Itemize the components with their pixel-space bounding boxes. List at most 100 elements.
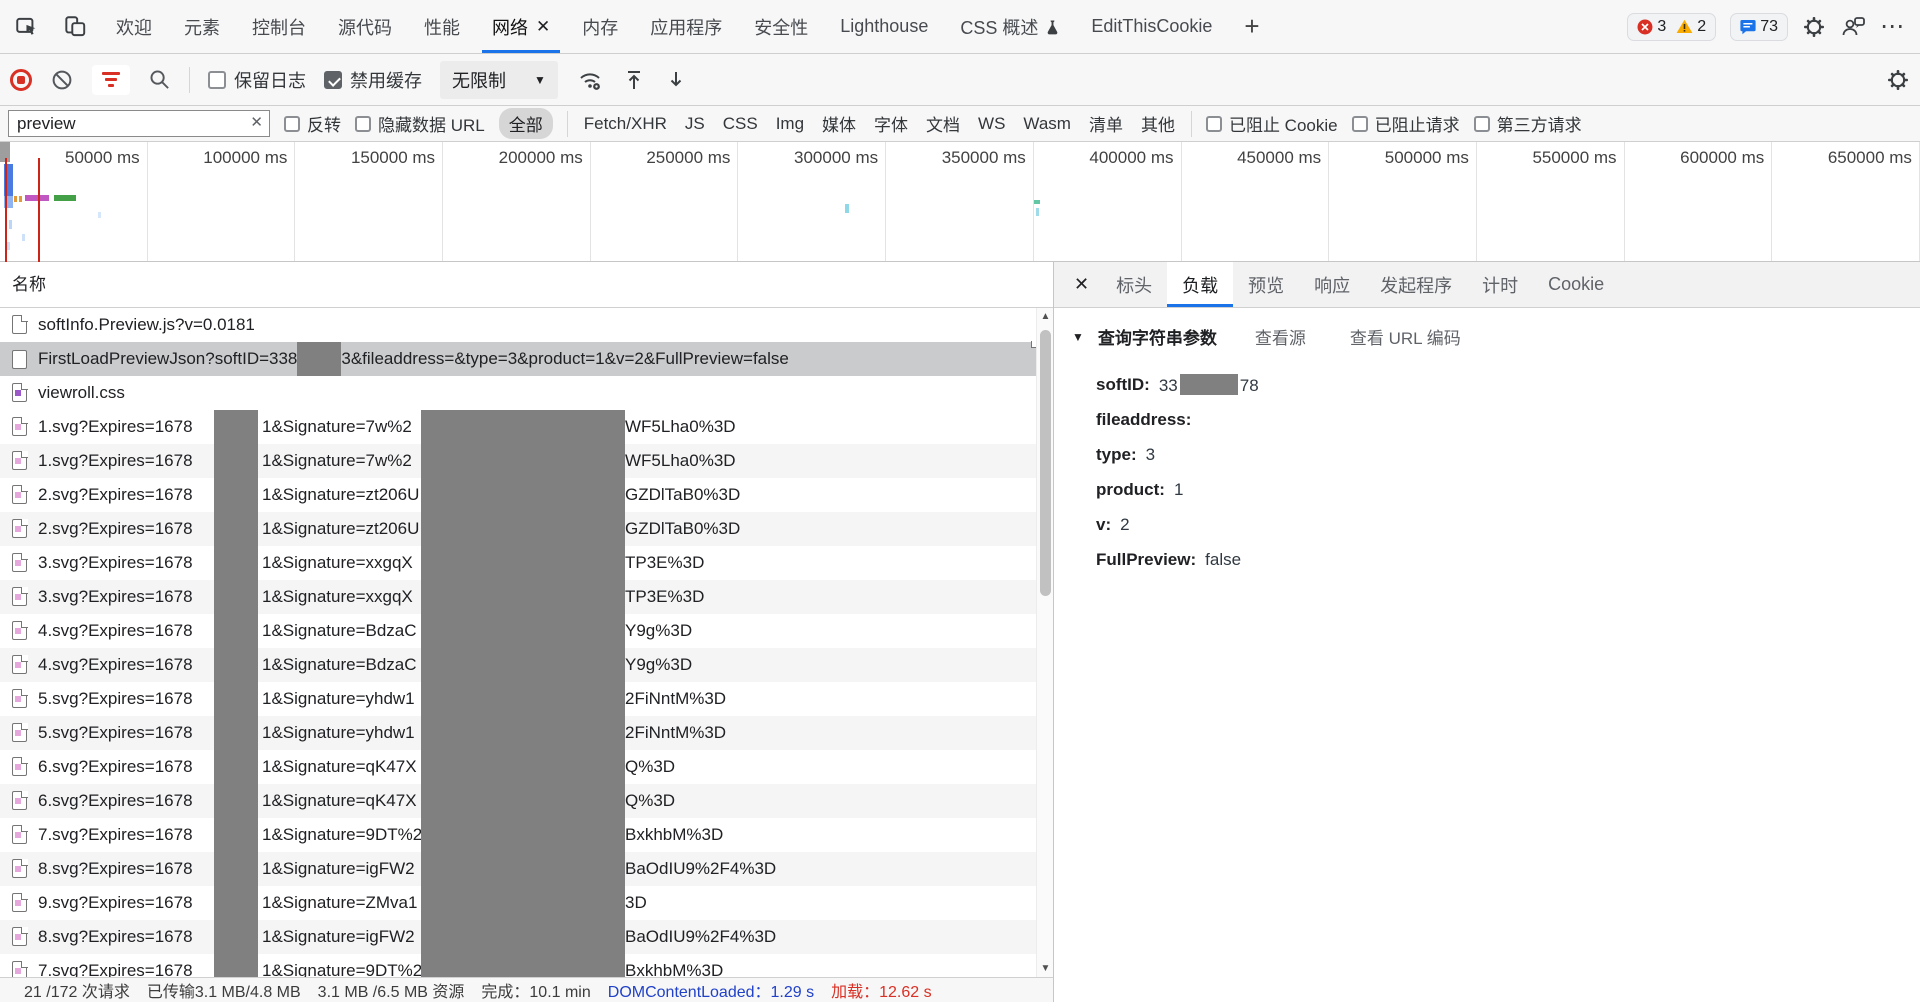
tab-performance[interactable]: 性能 <box>408 0 476 53</box>
checkbox-checked[interactable] <box>324 71 342 89</box>
redaction-box <box>421 750 625 784</box>
tab-editthiscookie[interactable]: EditThisCookie <box>1075 0 1228 53</box>
filter-type-js[interactable]: JS <box>683 114 707 134</box>
redaction-box <box>421 954 625 977</box>
tab-timing[interactable]: 计时 <box>1467 262 1533 307</box>
checkbox-unchecked[interactable] <box>284 116 300 132</box>
request-row[interactable]: 6.svg?Expires=16781&Signature=qK47XQ%3D <box>0 750 1036 784</box>
list-scrollbar[interactable]: ▲ ▼ <box>1036 308 1053 977</box>
disable-cache-checkbox[interactable]: 禁用缓存 <box>324 67 422 93</box>
request-row[interactable]: softInfo.Preview.js?v=0.0181 <box>0 308 1036 342</box>
filter-type-fetch-xhr[interactable]: Fetch/XHR <box>582 114 669 134</box>
tab-cookies[interactable]: Cookie <box>1533 262 1619 307</box>
filter-type-all[interactable]: 全部 <box>499 108 553 139</box>
search-icon[interactable] <box>148 68 171 91</box>
tab-css-overview[interactable]: CSS 概述 <box>944 0 1075 53</box>
tab-welcome[interactable]: 欢迎 <box>100 0 168 53</box>
request-row[interactable]: 7.svg?Expires=16781&Signature=9DT%2Bxkhb… <box>0 818 1036 852</box>
hide-data-url-checkbox[interactable]: 隐藏数据 URL <box>355 111 485 136</box>
export-har-icon[interactable] <box>664 68 688 92</box>
view-source-link[interactable]: 查看源 <box>1255 324 1306 349</box>
redaction-box <box>214 444 258 478</box>
invert-checkbox[interactable]: 反转 <box>284 111 341 136</box>
tab-preview[interactable]: 预览 <box>1233 262 1299 307</box>
filter-type-wasm[interactable]: Wasm <box>1021 114 1073 134</box>
network-settings-gear-icon[interactable] <box>1886 68 1910 92</box>
throttling-select[interactable]: 无限制 ▼ <box>440 61 558 99</box>
device-toolbar-icon[interactable] <box>58 10 92 44</box>
tab-lighthouse[interactable]: Lighthouse <box>824 0 944 53</box>
close-details-icon[interactable]: ✕ <box>1062 262 1101 307</box>
close-tab-icon[interactable]: ✕ <box>536 18 550 35</box>
import-har-icon[interactable] <box>622 68 646 92</box>
scroll-up-icon[interactable]: ▲ <box>1037 311 1053 322</box>
filter-input[interactable] <box>8 110 270 137</box>
section-title[interactable]: 查询字符串参数 <box>1098 324 1217 349</box>
network-overview-timeline[interactable]: 50000 ms 100000 ms 150000 ms 200000 ms 2… <box>0 142 1920 262</box>
more-options-icon[interactable]: ⋯ <box>1880 12 1906 41</box>
tab-application[interactable]: 应用程序 <box>634 0 738 53</box>
tab-payload[interactable]: 负载 <box>1167 262 1233 307</box>
third-party-checkbox[interactable]: 第三方请求 <box>1474 111 1582 136</box>
record-network-log-icon[interactable] <box>10 69 32 91</box>
scrollbar-thumb[interactable] <box>1040 330 1051 596</box>
filter-type-ws[interactable]: WS <box>976 114 1007 134</box>
more-tabs-button[interactable]: + <box>1228 0 1275 53</box>
checkbox-unchecked[interactable] <box>1352 116 1368 132</box>
tab-elements[interactable]: 元素 <box>168 0 236 53</box>
filter-type-img[interactable]: Img <box>774 114 806 134</box>
request-row[interactable]: 2.svg?Expires=16781&Signature=zt206UGZDl… <box>0 478 1036 512</box>
request-row[interactable]: 2.svg?Expires=16781&Signature=zt206UGZDl… <box>0 512 1036 546</box>
request-row[interactable]: 1.svg?Expires=16781&Signature=7w%2WF5Lha… <box>0 444 1036 478</box>
blocked-requests-checkbox[interactable]: 已阻止请求 <box>1352 111 1460 136</box>
tab-response[interactable]: 响应 <box>1299 262 1365 307</box>
column-header-name[interactable]: 名称 <box>0 262 1053 308</box>
tab-memory[interactable]: 内存 <box>566 0 634 53</box>
checkbox-unchecked[interactable] <box>208 71 226 89</box>
filter-icon[interactable] <box>92 65 130 95</box>
request-row[interactable]: 7.svg?Expires=16781&Signature=9DT%2Bxkhb… <box>0 954 1036 977</box>
preserve-log-checkbox[interactable]: 保留日志 <box>208 67 306 93</box>
tab-sources[interactable]: 源代码 <box>322 0 408 53</box>
request-row[interactable]: 3.svg?Expires=16781&Signature=xxgqXTP3E%… <box>0 546 1036 580</box>
collapse-triangle-icon[interactable]: ▼ <box>1072 330 1084 344</box>
filter-type-font[interactable]: 字体 <box>872 111 910 136</box>
filter-type-media[interactable]: 媒体 <box>820 111 858 136</box>
checkbox-unchecked[interactable] <box>1474 116 1490 132</box>
tab-initiator[interactable]: 发起程序 <box>1365 262 1467 307</box>
network-conditions-icon[interactable] <box>576 67 604 93</box>
checkbox-unchecked[interactable] <box>1206 116 1222 132</box>
request-row[interactable]: 5.svg?Expires=16781&Signature=yhdw12FiNn… <box>0 682 1036 716</box>
filter-type-doc[interactable]: 文档 <box>924 111 962 136</box>
inspect-element-icon[interactable] <box>10 10 44 44</box>
tab-console[interactable]: 控制台 <box>236 0 322 53</box>
request-row[interactable]: 5.svg?Expires=16781&Signature=yhdw12FiNn… <box>0 716 1036 750</box>
request-row-selected[interactable]: FirstLoadPreviewJson?softID=3383&fileadd… <box>0 342 1036 376</box>
filter-type-other[interactable]: 其他 <box>1139 111 1177 136</box>
settings-gear-icon[interactable] <box>1802 15 1826 39</box>
tab-network[interactable]: 网络 ✕ <box>476 0 566 53</box>
filter-type-manifest[interactable]: 清单 <box>1087 111 1125 136</box>
request-row[interactable]: 8.svg?Expires=16781&Signature=igFW2BaOdI… <box>0 920 1036 954</box>
blocked-cookies-checkbox[interactable]: 已阻止 Cookie <box>1206 111 1338 136</box>
tab-security[interactable]: 安全性 <box>738 0 824 53</box>
request-row[interactable]: 9.svg?Expires=16781&Signature=ZMva13D <box>0 886 1036 920</box>
request-row[interactable]: 8.svg?Expires=16781&Signature=igFW2BaOdI… <box>0 852 1036 886</box>
clear-network-log-icon[interactable] <box>50 68 74 92</box>
clear-filter-icon[interactable]: ✕ <box>250 113 263 131</box>
feedback-people-icon[interactable] <box>1840 15 1866 39</box>
request-row[interactable]: 4.svg?Expires=16781&Signature=BdzaCY9g%3… <box>0 648 1036 682</box>
invert-label: 反转 <box>307 111 341 136</box>
filter-type-css[interactable]: CSS <box>721 114 760 134</box>
request-row[interactable]: viewroll.css <box>0 376 1036 410</box>
tab-headers[interactable]: 标头 <box>1101 262 1167 307</box>
checkbox-unchecked[interactable] <box>355 116 371 132</box>
request-row[interactable]: 1.svg?Expires=16781&Signature=7w%2WF5Lha… <box>0 410 1036 444</box>
request-row[interactable]: 6.svg?Expires=16781&Signature=qK47XQ%3D <box>0 784 1036 818</box>
issues-badge[interactable]: 73 <box>1730 13 1788 41</box>
scroll-down-icon[interactable]: ▼ <box>1037 963 1053 974</box>
error-warning-badge[interactable]: 3 2 <box>1627 13 1716 41</box>
request-row[interactable]: 3.svg?Expires=16781&Signature=xxgqXTP3E%… <box>0 580 1036 614</box>
request-row[interactable]: 4.svg?Expires=16781&Signature=BdzaCY9g%3… <box>0 614 1036 648</box>
view-url-encoded-link[interactable]: 查看 URL 编码 <box>1350 324 1461 349</box>
